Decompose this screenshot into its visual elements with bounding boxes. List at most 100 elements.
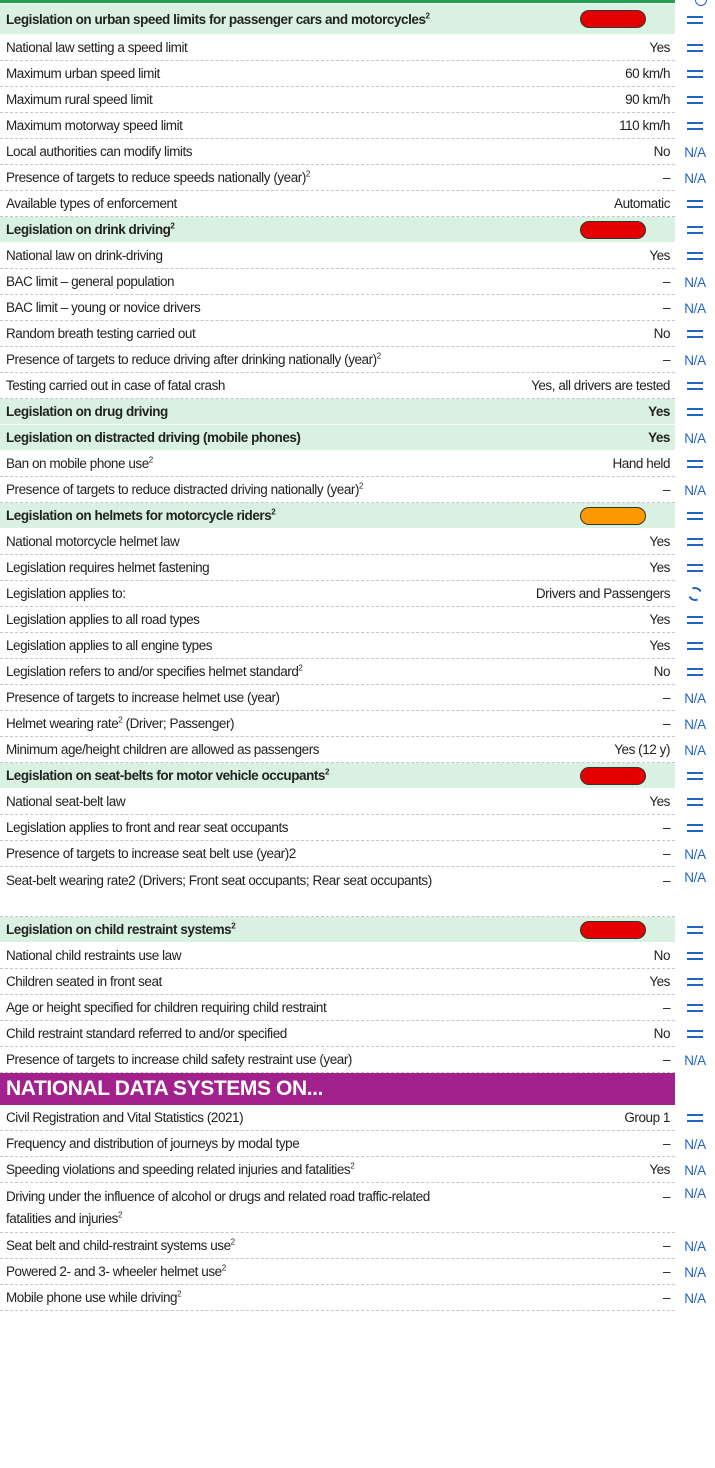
row-value: No (653, 1026, 671, 1041)
row-label-text: BAC limit – young or novice drivers (6, 300, 201, 315)
row-label-text: National child restraints use law (6, 948, 181, 963)
footnote-marker: 2 (376, 351, 381, 361)
row-label: Testing carried out in case of fatal cra… (6, 378, 225, 393)
row-label-text: Seat belt and child-restraint systems us… (6, 1238, 231, 1253)
trend-na-label: N/A (684, 1136, 706, 1152)
row-label: National law on drink-driving (6, 248, 163, 263)
row-label-text: National law on drink-driving (6, 248, 163, 263)
trend-cell: N/A (675, 1183, 715, 1233)
trend-cell (675, 503, 715, 529)
row-label: Legislation applies to: (6, 586, 126, 601)
row-cell: Driving under the influence of alcohol o… (0, 1183, 675, 1233)
trend-na-label: N/A (684, 430, 706, 446)
legislation-table: Legislation on urban speed limits for pa… (0, 4, 715, 1311)
row-value: Yes (648, 404, 670, 419)
row-label-text: Legislation on drink driving (6, 222, 171, 237)
trend-cell (675, 451, 715, 477)
trend-na-label: N/A (684, 1052, 706, 1068)
row-cell: Legislation on drug driving Yes (0, 399, 675, 425)
rating-red-indicator (580, 220, 646, 239)
trend-cell (675, 969, 715, 995)
section-header-row: Legislation on helmets for motorcycle ri… (0, 503, 715, 529)
row-label-text: BAC limit – general population (6, 274, 175, 289)
section-header-row: Legislation on drug driving Yes (0, 399, 715, 425)
row-label-text: Legislation on child restraint systems (6, 922, 232, 937)
row-value: Yes (649, 560, 670, 575)
row-value: 110 km/h (619, 118, 670, 133)
row-label: Legislation requires helmet fastening (6, 560, 210, 575)
row-cell: Legislation on seat-belts for motor vehi… (0, 763, 675, 789)
trend-cell (675, 581, 715, 607)
table-row: Children seated in front seat Yes (0, 969, 715, 995)
row-label-text: Maximum motorway speed limit (6, 118, 183, 133)
table-row: Legislation applies to front and rear se… (0, 815, 715, 841)
trend-cell (675, 815, 715, 841)
footnote-marker: 2 (221, 1263, 226, 1273)
row-label: Child restraint standard referred to and… (6, 1026, 287, 1041)
row-value: – (662, 482, 671, 497)
rating-red-indicator (580, 10, 646, 28)
trend-cell (675, 399, 715, 425)
no-change-icon (687, 15, 703, 24)
trend-cell (675, 917, 715, 943)
trend-cell (675, 113, 715, 139)
no-change-icon (687, 122, 703, 130)
no-change-icon (687, 96, 703, 104)
no-change-icon (687, 460, 703, 468)
row-label-text: Presence of targets to increase child sa… (6, 1052, 352, 1067)
row-label: Mobile phone use while driving2 (6, 1289, 182, 1305)
row-cell: Legislation on distracted driving (mobil… (0, 425, 675, 451)
table-row: Legislation applies to all road types Yes (0, 607, 715, 633)
row-label: Legislation on distracted driving (mobil… (6, 430, 301, 445)
no-change-icon (687, 408, 703, 416)
row-label-text: Presence of targets to reduce distracted… (6, 482, 359, 497)
trend-cell: N/A (675, 867, 715, 917)
row-cell: Ban on mobile phone use2 Hand held (0, 451, 675, 477)
row-label-text: Helmet wearing rate (6, 716, 119, 731)
no-change-icon (687, 668, 703, 676)
trend-cell: N/A (675, 347, 715, 373)
row-cell: Presence of targets to increase seat bel… (0, 841, 675, 867)
row-label-text: Testing carried out in case of fatal cra… (6, 378, 225, 393)
row-label-text: National seat-belt law (6, 794, 126, 809)
no-change-icon (687, 642, 703, 650)
row-label-text: Maximum rural speed limit (6, 92, 153, 107)
row-label-text: Powered 2- and 3- wheeler helmet use (6, 1264, 222, 1279)
trend-cell: N/A (675, 1047, 715, 1073)
trend-cell (675, 4, 715, 35)
row-cell: Legislation on child restraint systems2 (0, 917, 675, 943)
trend-cell: N/A (675, 295, 715, 321)
row-value: – (662, 170, 671, 185)
no-change-icon (687, 512, 703, 520)
trend-cell: N/A (675, 477, 715, 503)
trend-na-label: N/A (684, 690, 706, 706)
no-change-icon (687, 70, 703, 78)
trend-na-label: N/A (684, 1186, 706, 1201)
row-value: 60 km/h (625, 66, 670, 81)
table-row: Presence of targets to reduce speeds nat… (0, 165, 715, 191)
trend-cell (675, 243, 715, 269)
row-label: Age or height specified for children req… (6, 1000, 327, 1015)
row-value: Yes (649, 40, 670, 55)
no-change-icon (687, 564, 703, 572)
trend-cell (675, 61, 715, 87)
table-row: Presence of targets to reduce driving af… (0, 347, 715, 373)
section-header-row: Legislation on seat-belts for motor vehi… (0, 763, 715, 789)
row-cell: Speeding violations and speeding related… (0, 1157, 675, 1183)
row-label-text: Legislation on helmets for motorcycle ri… (6, 508, 272, 523)
trend-cell (675, 1105, 715, 1131)
no-change-icon (687, 926, 703, 934)
trend-cell (675, 633, 715, 659)
table-row: Legislation applies to: Drivers and Passe… (0, 581, 715, 607)
no-change-icon (687, 44, 703, 52)
row-label-text: Driving under the influence of alcohol o… (6, 1189, 430, 1226)
trend-cell (675, 607, 715, 633)
no-change-icon (687, 382, 703, 390)
row-value: – (662, 690, 671, 705)
row-cell: Maximum motorway speed limit 110 km/h (0, 113, 675, 139)
footnote-marker: 2 (177, 1289, 182, 1299)
row-value: Yes (649, 794, 670, 809)
trend-na-label: N/A (684, 144, 706, 160)
row-cell: Civil Registration and Vital Statistics … (0, 1105, 675, 1131)
row-value: 90 km/h (625, 92, 670, 107)
